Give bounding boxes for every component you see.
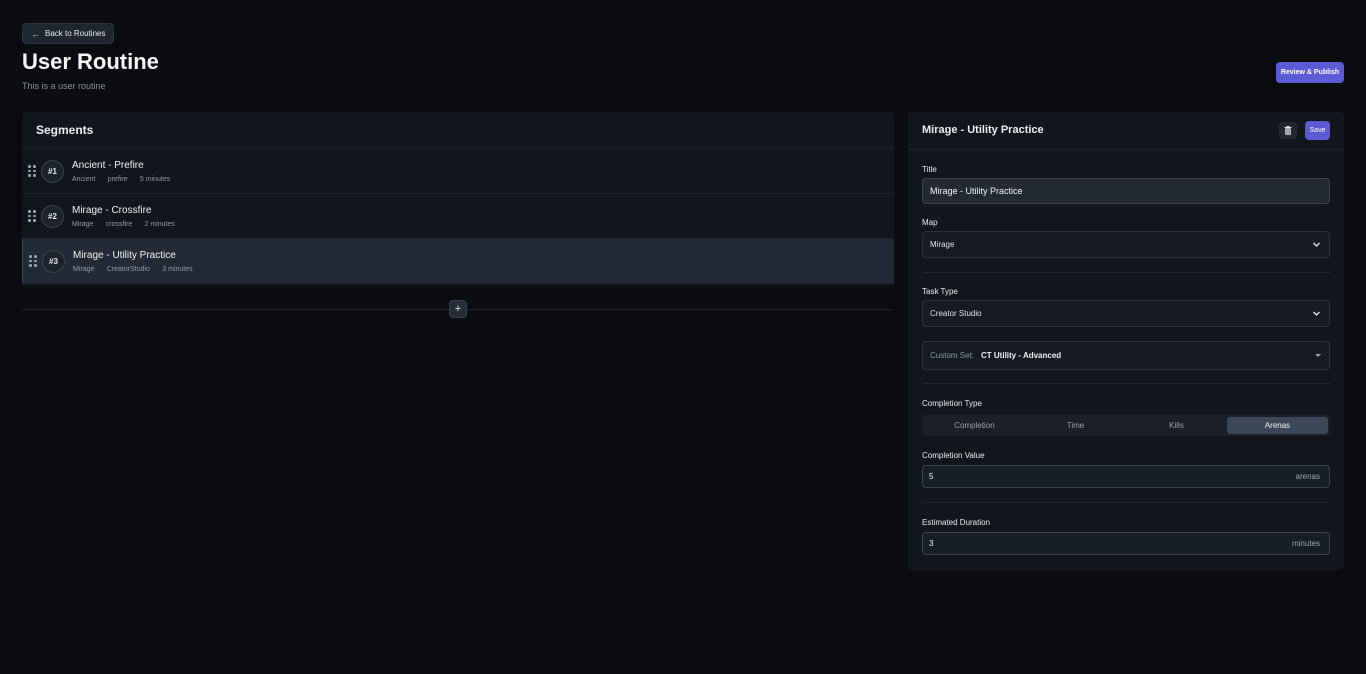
drag-handle-icon[interactable] (28, 210, 36, 222)
segment-meta: Ancient · prefire · 5 minutes (72, 176, 170, 183)
page-subtitle: This is a user routine (22, 81, 106, 91)
trash-icon (1284, 126, 1292, 135)
completion-value: 5 (929, 472, 934, 481)
meta-separator: · (98, 220, 101, 228)
duration-label: Estimated Duration (922, 518, 991, 527)
segment-row-1[interactable]: #1 Ancient - Prefire Ancient · prefire ·… (22, 149, 894, 194)
duration-value: 3 (929, 539, 934, 548)
completion-value-input[interactable]: 5 arenas (922, 465, 1330, 488)
editor-title: Mirage - Utility Practice (922, 124, 1044, 136)
arrow-left-icon: ← (31, 28, 40, 39)
editor-header: Mirage - Utility Practice Save (908, 112, 1344, 150)
segment-duration: 5 minutes (139, 175, 171, 183)
task-type-label: Task Type (922, 287, 958, 296)
segment-row-2[interactable]: #2 Mirage - Crossfire Mirage · crossfire… (22, 194, 894, 239)
segment-map: Mirage (72, 220, 94, 228)
plus-icon: + (454, 303, 462, 315)
back-to-routines-button[interactable]: ← Back to Routines (22, 23, 115, 44)
segment-map: Mirage (73, 265, 95, 273)
section-divider (922, 272, 1330, 273)
chevron-down-icon (1313, 311, 1320, 316)
segment-number-badge: #1 (41, 159, 64, 183)
section-divider (922, 383, 1330, 384)
segment-meta: Mirage · CreatorStudio · 3 minutes (73, 266, 193, 273)
custom-set-select[interactable]: Custom Set: CT Utility - Advanced (922, 341, 1330, 370)
completion-value-label: Completion Value (922, 451, 985, 460)
completion-type-option-completion[interactable]: Completion (924, 417, 1025, 434)
caret-down-icon (1315, 354, 1321, 357)
meta-separator: · (154, 265, 158, 273)
map-value: Mirage (930, 240, 955, 249)
title-label: Title (922, 165, 937, 174)
segment-editor-panel: Mirage - Utility Practice Save Title Mir… (908, 112, 1344, 570)
save-button[interactable]: Save (1305, 121, 1330, 140)
task-type-select[interactable]: Creator Studio (922, 300, 1330, 327)
segments-panel: Segments #1 Ancient - Prefire Ancient · … (22, 112, 894, 286)
title-input[interactable]: Mirage - Utility Practice (922, 178, 1330, 204)
custom-set-label: Custom Set: (930, 351, 975, 360)
custom-set-value: CT Utility - Advanced (981, 351, 1062, 360)
segment-number-badge: #2 (41, 204, 64, 228)
segment-title: Mirage - Crossfire (72, 204, 152, 216)
page-title: User Routine (22, 49, 159, 74)
back-label: Back to Routines (45, 29, 106, 38)
segment-meta: Mirage · crossfire · 2 minutes (72, 221, 175, 228)
segment-title: Ancient - Prefire (72, 159, 144, 171)
segment-type: prefire (107, 175, 128, 183)
segment-row-3[interactable]: #3 Mirage - Utility Practice Mirage · Cr… (22, 239, 894, 284)
segment-number-badge: #3 (42, 249, 65, 273)
segment-type: CreatorStudio (106, 265, 150, 273)
completion-unit: arenas (1295, 472, 1320, 481)
map-select[interactable]: Mirage (922, 231, 1330, 258)
meta-separator: · (137, 220, 140, 228)
segment-title: Mirage - Utility Practice (73, 249, 176, 261)
completion-type-option-arenas[interactable]: Arenas (1227, 417, 1328, 434)
duration-input[interactable]: 3 minutes (922, 532, 1330, 555)
drag-handle-icon[interactable] (29, 255, 37, 267)
task-type-value: Creator Studio (930, 309, 982, 318)
review-publish-button[interactable]: Review & Publish (1276, 62, 1344, 83)
meta-separator: · (99, 265, 102, 273)
segment-duration: 2 minutes (144, 220, 175, 228)
meta-separator: · (100, 175, 103, 183)
add-segment-button[interactable]: + (449, 300, 467, 318)
segment-type: crossfire (105, 220, 133, 228)
completion-type-option-kills[interactable]: Kills (1126, 417, 1227, 434)
delete-segment-button[interactable] (1279, 122, 1297, 139)
completion-type-toggle: Completion Time Kills Arenas (922, 415, 1330, 436)
meta-separator: · (132, 175, 135, 183)
completion-type-option-time[interactable]: Time (1025, 417, 1126, 434)
section-divider (922, 502, 1330, 503)
duration-unit: minutes (1291, 539, 1320, 548)
map-label: Map (922, 218, 938, 227)
drag-handle-icon[interactable] (28, 165, 36, 177)
segment-duration: 3 minutes (162, 265, 193, 273)
segment-map: Ancient (72, 175, 96, 183)
chevron-down-icon (1313, 242, 1320, 247)
segments-heading: Segments (22, 112, 894, 149)
completion-type-label: Completion Type (922, 399, 982, 408)
